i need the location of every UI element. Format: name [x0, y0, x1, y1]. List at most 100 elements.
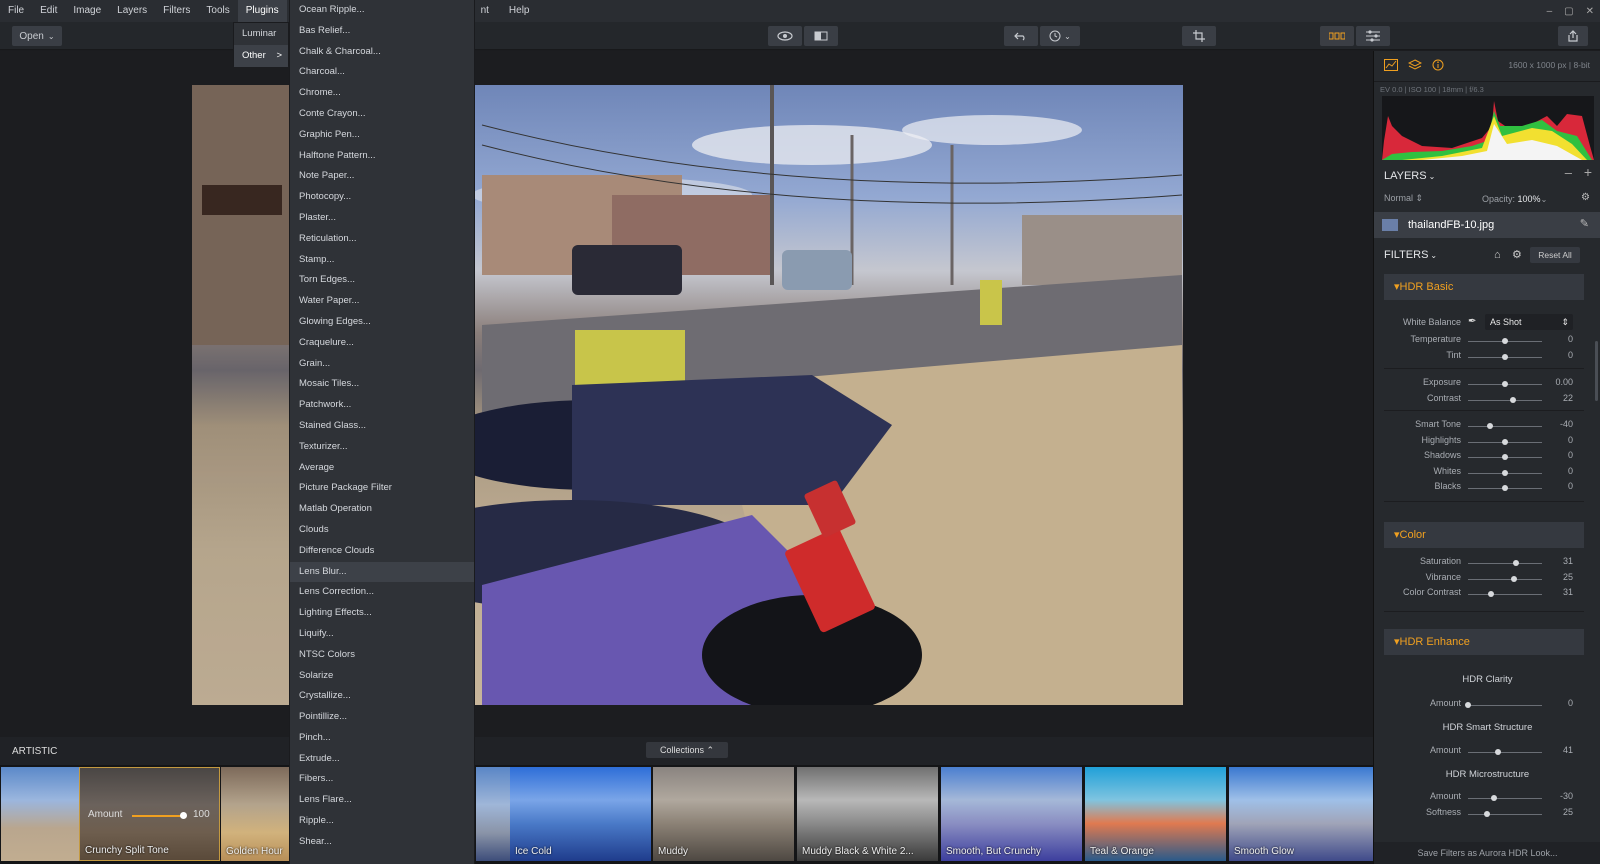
maximize-icon[interactable]: ▢ — [1564, 6, 1573, 17]
clarity-amount-slider[interactable] — [1468, 705, 1542, 706]
highlights-slider-knob[interactable] — [1502, 439, 1508, 445]
contrast-slider-knob[interactable] — [1510, 397, 1517, 403]
contrast-slider[interactable] — [1468, 400, 1542, 401]
micro-amount-slider[interactable] — [1468, 798, 1542, 799]
close-icon[interactable]: ✕ — [1586, 6, 1594, 17]
submenu-item[interactable]: Chrome... — [290, 83, 474, 104]
submenu-item[interactable]: Lighting Effects... — [290, 603, 474, 624]
submenu-item[interactable]: Note Paper... — [290, 166, 474, 187]
submenu-item[interactable]: Liquify... — [290, 624, 474, 645]
histogram-icon[interactable] — [1384, 59, 1398, 71]
exposure-slider-knob[interactable] — [1502, 381, 1508, 387]
amount-slider[interactable] — [132, 815, 184, 817]
micro-softness-slider-knob[interactable] — [1483, 811, 1490, 817]
image-canvas[interactable] — [0, 51, 1373, 737]
vibrance-slider-knob[interactable] — [1510, 576, 1517, 582]
smart-tone-slider-knob[interactable] — [1487, 423, 1494, 429]
submenu-item[interactable]: Patchwork... — [290, 395, 474, 416]
submenu-item[interactable]: Difference Clouds — [290, 541, 474, 562]
submenu-item[interactable]: NTSC Colors — [290, 645, 474, 666]
info-icon[interactable] — [1432, 59, 1444, 71]
add-layer-icon[interactable]: + — [1584, 164, 1592, 180]
remove-layer-icon[interactable]: – — [1565, 165, 1572, 180]
submenu-item[interactable]: Ripple... — [290, 811, 474, 832]
collections-button[interactable]: Collections ⌃ — [646, 742, 728, 758]
preset-thumb-selected[interactable]: Amount 100 Crunchy Split Tone — [79, 767, 220, 861]
submenu-item[interactable]: Ocean Ripple... — [290, 0, 474, 21]
presets-toggle-button[interactable] — [1320, 26, 1354, 46]
preset-thumb[interactable]: Muddy Black & White 2... — [797, 767, 938, 861]
menu-help[interactable]: Help — [501, 0, 538, 22]
eyedropper-icon[interactable]: ✒ — [1468, 316, 1476, 327]
white-balance-select[interactable]: As Shot ⇕ — [1485, 314, 1573, 330]
submenu-item[interactable]: Mosaic Tiles... — [290, 374, 474, 395]
menu-filters[interactable]: Filters — [155, 0, 198, 22]
submenu-item[interactable]: Charcoal... — [290, 62, 474, 83]
clarity-amount-slider-knob[interactable] — [1465, 702, 1471, 708]
submenu-item[interactable]: Bas Relief... — [290, 21, 474, 42]
sidebar-scrollbar[interactable] — [1595, 341, 1598, 401]
filters-title[interactable]: FILTERS ⌄ — [1384, 249, 1437, 261]
submenu-item[interactable]: Conte Crayon... — [290, 104, 474, 125]
saturation-slider-knob[interactable] — [1513, 560, 1520, 566]
smart-tone-slider[interactable] — [1468, 426, 1542, 427]
whites-slider-knob[interactable] — [1502, 470, 1508, 476]
shadows-slider-knob[interactable] — [1502, 454, 1508, 460]
menu-plugins[interactable]: Plugins — [237, 0, 287, 22]
menu-image[interactable]: Image — [65, 0, 109, 22]
submenu-item[interactable]: Crystallize... — [290, 686, 474, 707]
preset-thumb[interactable]: Golden Hour — [221, 767, 291, 861]
submenu-item[interactable]: Lens Flare... — [290, 790, 474, 811]
submenu-item[interactable]: Craquelure... — [290, 333, 474, 354]
submenu-item[interactable]: Texturizer... — [290, 437, 474, 458]
micro-softness-slider[interactable] — [1468, 814, 1542, 815]
preset-thumb[interactable]: Teal & Orange — [1085, 767, 1226, 861]
micro-amount-slider-knob[interactable] — [1490, 795, 1497, 801]
layers-icon[interactable] — [1408, 59, 1422, 71]
structure-amount-slider[interactable] — [1468, 752, 1542, 753]
history-button[interactable]: ⌄ — [1040, 26, 1080, 46]
blacks-slider-knob[interactable] — [1502, 485, 1508, 491]
submenu-item[interactable]: Fibers... — [290, 769, 474, 790]
submenu-item[interactable]: Stamp... — [290, 250, 474, 271]
submenu-item[interactable]: Graphic Pen... — [290, 125, 474, 146]
vibrance-slider[interactable] — [1468, 579, 1542, 580]
submenu-item[interactable]: Average — [290, 458, 474, 479]
submenu-item[interactable]: Picture Package Filter — [290, 478, 474, 499]
hdr-enhance-header[interactable]: ▾HDR Enhance — [1384, 629, 1584, 655]
hdr-basic-header[interactable]: ▾HDR Basic — [1384, 274, 1584, 300]
submenu-item[interactable]: Torn Edges... — [290, 270, 474, 291]
layers-title[interactable]: LAYERS ⌄ — [1384, 170, 1435, 182]
color-contrast-slider[interactable] — [1468, 594, 1542, 595]
compare-button[interactable] — [804, 26, 838, 46]
preset-thumb[interactable]: Smooth, But Crunchy — [941, 767, 1082, 861]
submenu-item[interactable]: Pinch... — [290, 728, 474, 749]
saturation-slider[interactable] — [1468, 563, 1542, 564]
submenu-item[interactable]: Stained Glass... — [290, 416, 474, 437]
color-contrast-slider-knob[interactable] — [1487, 591, 1494, 597]
submenu-item[interactable]: Reticulation... — [290, 229, 474, 250]
color-header[interactable]: ▾Color — [1384, 522, 1584, 548]
gear-icon[interactable]: ⚙ — [1512, 248, 1522, 261]
preset-thumb[interactable]: Smooth Glow — [1229, 767, 1373, 861]
share-button[interactable] — [1558, 26, 1588, 46]
submenu-item[interactable]: Lens Correction... — [290, 582, 474, 603]
menu-other[interactable]: Other > — [234, 45, 288, 67]
crop-button[interactable] — [1182, 26, 1216, 46]
save-filters-button[interactable]: Save Filters as Aurora HDR Look... — [1374, 842, 1600, 864]
submenu-item[interactable]: Shear... — [290, 832, 474, 853]
submenu-item[interactable]: Clouds — [290, 520, 474, 541]
submenu-item[interactable]: Lens Blur... — [290, 561, 474, 583]
layer-row[interactable]: thailandFB-10.jpg ✎ — [1374, 212, 1600, 238]
submenu-item[interactable]: Matlab Operation — [290, 499, 474, 520]
temperature-slider-knob[interactable] — [1502, 338, 1508, 344]
structure-amount-slider-knob[interactable] — [1495, 749, 1502, 755]
menu-luminar[interactable]: Luminar — [234, 23, 288, 45]
open-button[interactable]: Open ⌄ — [12, 26, 62, 46]
menu-partial[interactable]: nt — [473, 0, 497, 22]
adjustments-toggle-button[interactable] — [1356, 26, 1390, 46]
submenu-item[interactable]: Water Paper... — [290, 291, 474, 312]
submenu-item[interactable]: Plaster... — [290, 208, 474, 229]
blend-mode-select[interactable]: Normal ⇕ — [1384, 193, 1423, 204]
undo-button[interactable] — [1004, 26, 1038, 46]
